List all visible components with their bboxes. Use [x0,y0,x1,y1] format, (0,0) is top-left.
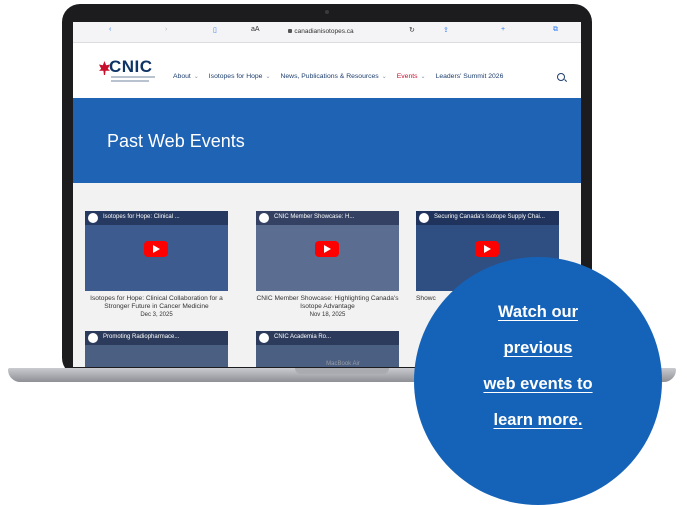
video-thumbnail[interactable]: Isotopes for Hope: Clinical ... [85,211,228,291]
video-card[interactable]: CNIC Member Showcase: H... CNIC Member S… [256,211,399,318]
logo-subtitle-line [111,76,155,78]
channel-avatar [88,213,98,223]
chevron-down-icon: ⌄ [193,74,199,80]
video-title[interactable]: Isotopes for Hope: Clinical Collaboratio… [85,295,228,311]
sidebar-icon[interactable]: ▯ [213,26,217,34]
video-title[interactable]: CNIC Member Showcase: Highlighting Canad… [256,295,399,311]
thumbnail-title: CNIC Academia Ro... [274,334,332,340]
camera-icon [325,10,329,14]
base-notch [295,368,389,374]
new-tab-icon[interactable]: + [501,26,505,33]
video-date: Dec 3, 2025 [140,312,173,318]
video-card[interactable]: Isotopes for Hope: Clinical ... Isotopes… [85,211,228,318]
address-bar[interactable]: canadianisotopes.ca [261,26,381,38]
video-thumbnail[interactable]: Promoting Radiopharmace... [85,331,228,367]
share-icon[interactable]: ⇪ [443,26,449,34]
channel-avatar [88,333,98,343]
cta-link-line[interactable]: learn more. [414,411,662,430]
channel-avatar [419,213,429,223]
thumbnail-title: Promoting Radiopharmace... [103,334,180,340]
page-title: Past Web Events [107,131,245,151]
nav-about[interactable]: About ⌄ [173,73,199,85]
nav-isotopes-for-hope[interactable]: Isotopes for Hope ⌄ [209,73,271,85]
play-icon[interactable] [144,241,168,257]
logo-subtitle-line [111,80,149,82]
chevron-down-icon: ⌄ [420,74,426,80]
lock-icon [288,29,293,34]
play-icon[interactable] [475,241,499,257]
video-thumbnail[interactable]: CNIC Member Showcase: H... [256,211,399,291]
site-header: CNIC About ⌄ Isotopes for Hope ⌄ News, Pub… [73,43,581,98]
cta-link-line[interactable]: previous [414,339,662,358]
channel-avatar [259,213,269,223]
thumbnail-title: Securing Canada's Isotope Supply Chai... [434,214,545,220]
reader-button[interactable]: aA [251,26,260,33]
search-icon[interactable] [557,73,565,81]
nav-news-publications[interactable]: News, Publications & Resources ⌄ [280,73,386,85]
logo-text: CNIC [109,57,153,76]
cta-link-line[interactable]: Watch our [414,303,662,322]
nav-leaders-summit[interactable]: Leaders' Summit 2026 [436,73,504,85]
video-date: Nov 18, 2025 [309,312,346,318]
page-hero: Past Web Events [73,98,581,183]
play-icon[interactable] [315,241,339,257]
device-label: MacBook Air [326,361,360,367]
thumbnail-title: Isotopes for Hope: Clinical ... [103,214,180,220]
thumbnail-title: CNIC Member Showcase: H... [274,214,355,220]
forward-icon[interactable]: › [165,26,167,33]
url-text: canadianisotopes.ca [294,28,354,35]
back-icon[interactable]: ‹ [109,26,111,33]
cta-link-line[interactable]: web events to [414,375,662,394]
safari-toolbar: ‹ › ▯ aA canadianisotopes.ca ↻ ⇪ + ⧉ [73,22,581,43]
chevron-down-icon: ⌄ [265,74,271,80]
chevron-down-icon: ⌄ [381,74,387,80]
channel-avatar [259,333,269,343]
nav-events[interactable]: Events ⌄ [397,73,426,85]
main-nav: About ⌄ Isotopes for Hope ⌄ News, Publicat… [173,73,513,85]
cnic-logo[interactable]: CNIC [99,57,167,87]
reload-icon[interactable]: ↻ [409,26,415,34]
tabs-icon[interactable]: ⧉ [553,26,558,34]
